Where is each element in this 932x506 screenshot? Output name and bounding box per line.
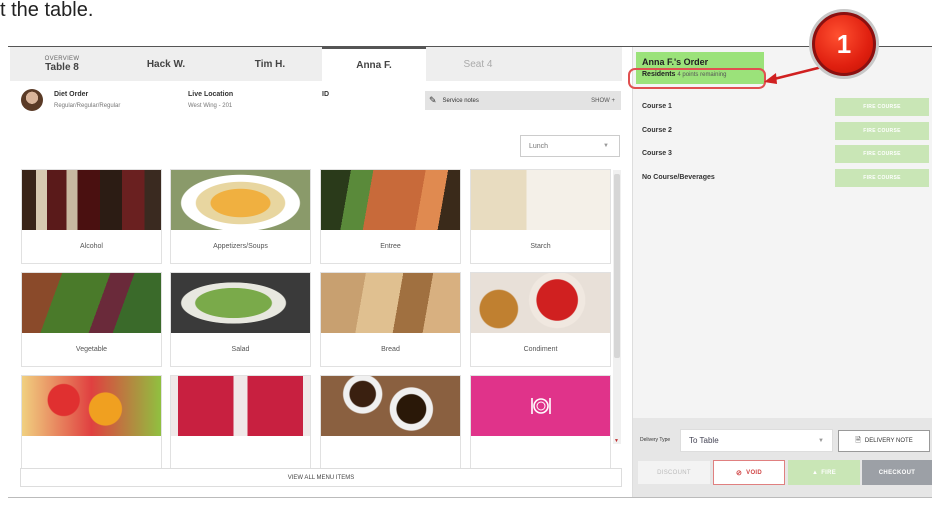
menu-tile-bread[interactable]: Bread [320,272,461,367]
fire-course-3-button[interactable]: FIRE COURSE [835,145,929,163]
tab-label: Anna F. [356,59,392,71]
fire-no-course-button[interactable]: FIRE COURSE [835,169,929,187]
fire-label: FIRE [821,469,837,476]
delivery-type-select[interactable]: To Table ▼ [680,429,833,452]
tab-anna-f[interactable]: Anna F. [322,47,426,81]
void-icon: ⊘ [735,469,743,477]
alcohol-image [22,170,161,230]
course-3-label: Course 3 [642,150,672,157]
course-1-label: Course 1 [642,103,672,110]
live-location-label: Live Location [188,91,234,98]
callout-highlight [628,68,766,89]
delivery-note-label: DELIVERY NOTE [864,438,913,444]
menu-tile-label [321,436,460,469]
void-button[interactable]: ⊘ VOID [713,460,785,485]
condiment-image [471,273,610,333]
avatar [21,89,43,111]
menu-tile-appetizers-soups[interactable]: Appetizers/Soups [170,169,311,264]
view-all-menu-items-button[interactable]: VIEW ALL MENU ITEMS [20,468,622,487]
pencil-icon: ✎ [429,95,437,105]
entree-image [321,170,460,230]
live-location-value: West Wing - 201 [188,103,233,109]
tab-tim-h[interactable]: Tim H. [218,47,322,81]
meal-period-select[interactable]: Lunch ▼ [520,135,620,157]
menu-tile-label: Starch [530,243,551,250]
menu-tile-fruit[interactable] [21,375,162,470]
service-notes-label: Service notes [442,97,479,104]
delivery-note-button[interactable]: 🗎 DELIVERY NOTE [838,430,930,452]
tab-label: Seat 4 [463,58,493,70]
tab-label: Hack W. [146,58,186,70]
menu-tile-label [171,436,310,469]
menu-tile-label: Bread [381,346,400,353]
menu-tile-label: Condiment [523,346,558,353]
menu-tile-label [22,436,161,469]
screen: t the table. OVERVIEW Table 8 Hack W. Ti… [0,0,932,506]
scrollbar-thumb[interactable] [614,174,620,358]
discount-button[interactable]: DISCOUNT [637,460,711,485]
bread-image [321,273,460,333]
meal-period-value: Lunch [529,142,549,150]
menu-tile-starch[interactable]: Starch [470,169,611,264]
dining-tile [471,376,610,436]
diet-order-label: Diet Order [54,91,89,98]
menu-tile-label [471,436,610,469]
tab-overview-label: Table 8 [45,61,79,73]
soup-image [171,170,310,230]
menu-tile-coffee[interactable] [320,375,461,470]
menu-tile-label: Salad [231,346,250,353]
menu-tile-label: Appetizers/Soups [213,243,268,250]
id-label: ID [322,91,329,98]
callout-badge: 1 [809,9,879,79]
seat-tabs: OVERVIEW Table 8 Hack W. Tim H. Anna F. … [10,47,622,81]
salad-image [171,273,310,333]
no-course-beverages-label: No Course/Beverages [642,174,715,181]
dessert-image [171,376,310,436]
coffee-image [321,376,460,436]
order-title: Anna F.'s Order [642,57,709,67]
fire-course-2-button[interactable]: FIRE COURSE [835,122,929,140]
menu-tile-vegetable[interactable]: Vegetable [21,272,162,367]
tab-label: Tim H. [254,58,286,70]
callout-number: 1 [815,15,873,73]
menu-tile-alcohol[interactable]: Alcohol [21,169,162,264]
chevron-down-icon: ▼ [603,143,609,149]
menu-tile-salad[interactable]: Salad [170,272,311,367]
menu-tile-condiment[interactable]: Condiment [470,272,611,367]
service-notes-show[interactable]: SHOW + [591,98,615,104]
chevron-down-icon: ▼ [818,437,824,444]
fire-button[interactable]: ▲ FIRE [788,460,860,485]
menu-tile-label: Vegetable [75,346,108,353]
menu-scrollbar[interactable]: ▼ [613,170,621,444]
tab-hack-w[interactable]: Hack W. [114,47,218,81]
dining-icon [530,398,551,414]
delivery-type-value: To Table [689,436,719,445]
diet-order-value: Regular/Regular/Regular [54,103,121,109]
menu-tile-dessert[interactable] [170,375,311,470]
starch-image [471,170,610,230]
tab-overview[interactable]: OVERVIEW Table 8 [10,47,114,81]
tab-seat-4[interactable]: Seat 4 [426,47,530,81]
checkout-button[interactable]: CHECKOUT [862,460,932,485]
menu-tile-label: Alcohol [80,243,103,250]
scroll-down-icon[interactable]: ▼ [614,438,619,444]
service-notes-bar[interactable]: ✎ Service notes SHOW + [425,91,621,110]
menu-tile-entree[interactable]: Entree [320,169,461,264]
vegetable-image [22,273,161,333]
void-label: VOID [746,469,763,476]
menu-tile-other[interactable] [470,375,611,470]
fruit-image [22,376,161,436]
note-icon: 🗎 [855,436,861,444]
delivery-type-label: Delivery Type [640,437,671,443]
course-2-label: Course 2 [642,127,672,134]
caption-text: t the table. [0,0,94,16]
menu-tile-label: Entree [380,243,401,250]
fire-course-1-button[interactable]: FIRE COURSE [835,98,929,116]
fire-icon: ▲ [811,469,819,476]
